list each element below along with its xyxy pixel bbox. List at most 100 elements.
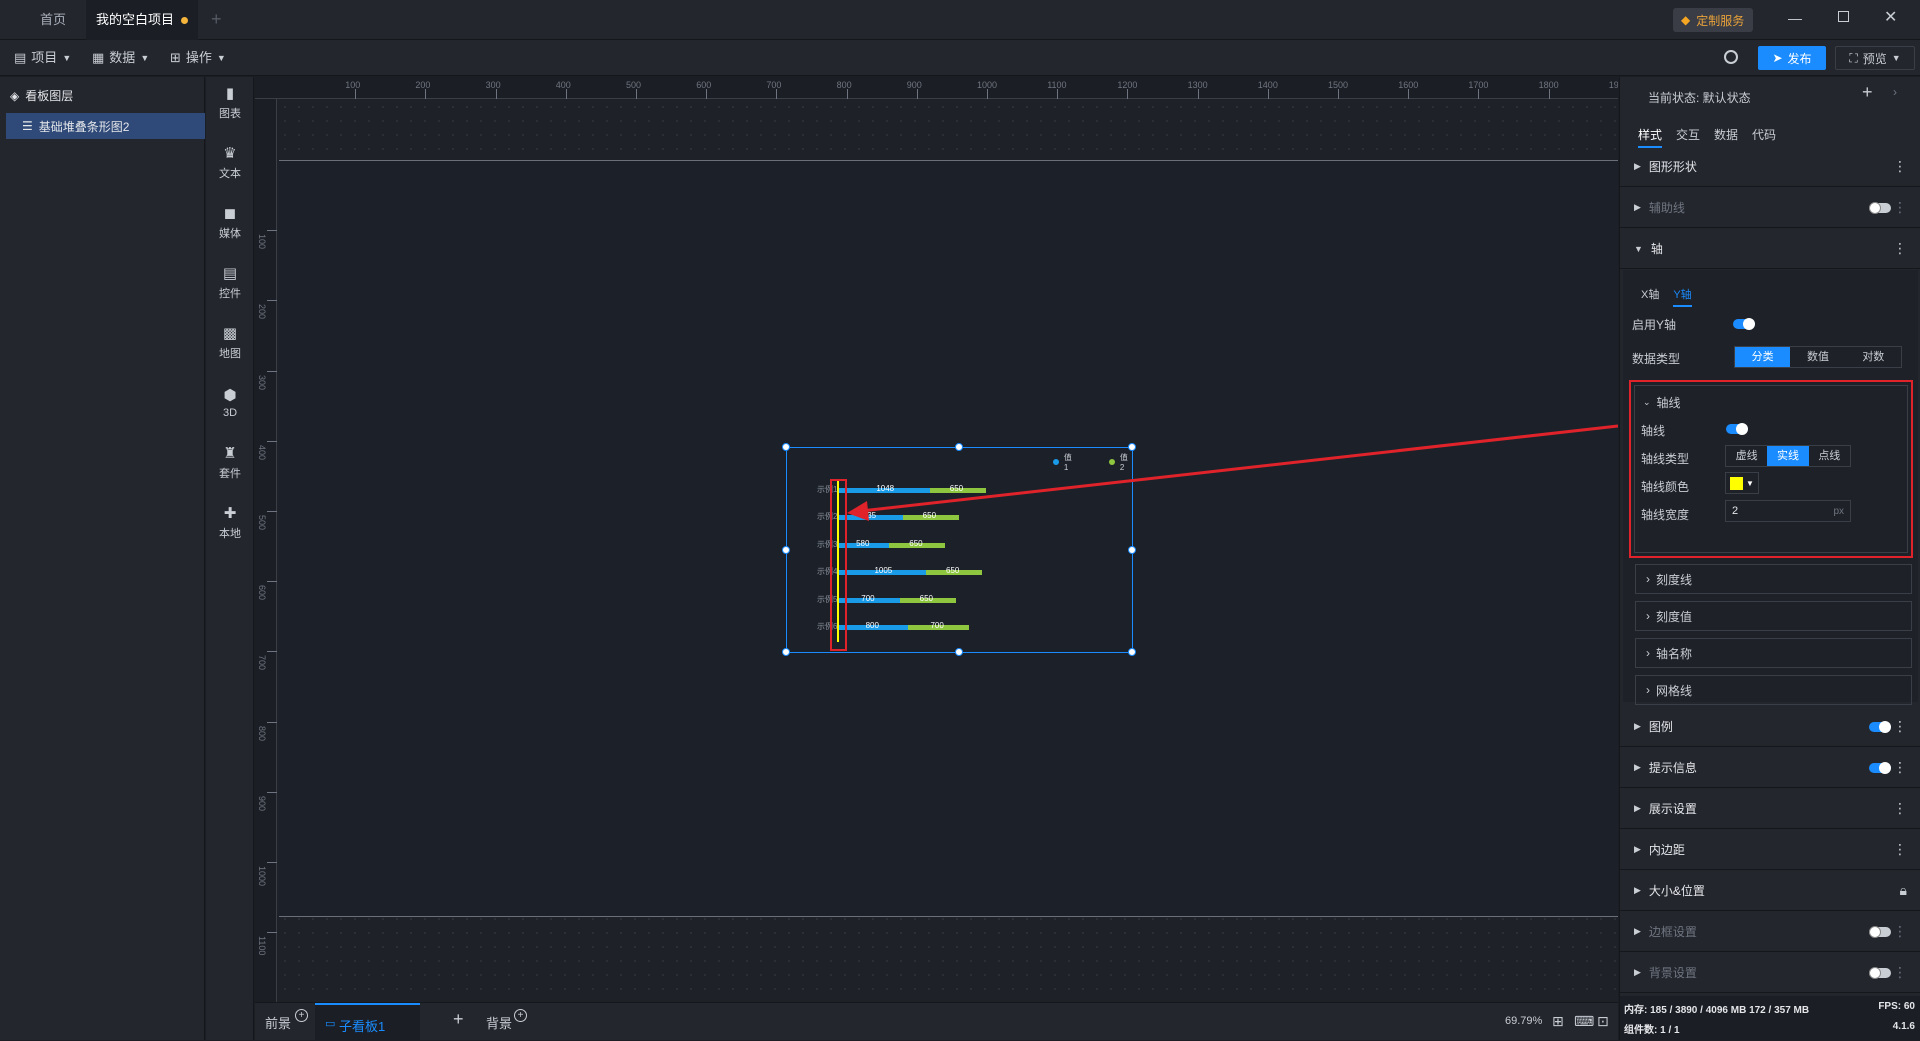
tooltip-toggle[interactable] bbox=[1869, 762, 1891, 774]
sub-tick-value[interactable]: › 刻度值 bbox=[1635, 601, 1912, 631]
close-icon[interactable]: ✕ bbox=[1884, 7, 1897, 27]
publish-button[interactable]: ➤ 发布 bbox=[1758, 46, 1826, 70]
more-icon[interactable]: ⋮ bbox=[1893, 158, 1907, 175]
tool-3d[interactable]: ⬢ 3D bbox=[206, 377, 254, 427]
sub-axis-name[interactable]: › 轴名称 bbox=[1635, 638, 1912, 668]
data-label: 735 bbox=[862, 511, 877, 521]
section-background[interactable]: ▶ 背景设置 ⋮ bbox=[1620, 953, 1920, 993]
menu-operate[interactable]: ⊞ 操作 ▼ bbox=[170, 40, 226, 76]
add-board-icon[interactable]: + bbox=[453, 1009, 464, 1030]
bar-segment[interactable]: 700 bbox=[908, 621, 969, 630]
section-legend[interactable]: ▶ 图例 ⋮ bbox=[1620, 707, 1920, 747]
search-icon[interactable] bbox=[1724, 50, 1738, 64]
back-tab[interactable]: 背景 bbox=[486, 1013, 512, 1032]
axisline-header[interactable]: ⌄ 轴线 bbox=[1643, 394, 1681, 411]
tool-chart[interactable]: ▮ 图表 bbox=[206, 77, 254, 127]
tool-control[interactable]: ▤ 控件 bbox=[206, 257, 254, 307]
minimize-icon[interactable]: — bbox=[1788, 10, 1802, 26]
section-border[interactable]: ▶ 边框设置 ⋮ bbox=[1620, 912, 1920, 952]
data-type-selector: 分类 数值 对数 bbox=[1734, 346, 1902, 368]
section-padding[interactable]: ▶ 内边距 ⋮ bbox=[1620, 830, 1920, 870]
ruler-label: 900 bbox=[257, 795, 267, 811]
board-tab[interactable]: ▭ 子看板1 bbox=[315, 1003, 420, 1041]
bar-segment[interactable]: 1048 bbox=[839, 484, 930, 493]
tab-project[interactable]: 我的空白项目 bbox=[86, 0, 184, 40]
menu-project[interactable]: ▤ 项目 ▼ bbox=[14, 40, 71, 76]
data-type-category[interactable]: 分类 bbox=[1735, 347, 1791, 367]
bar-segment[interactable]: 735 bbox=[839, 511, 903, 521]
more-icon[interactable]: ⋮ bbox=[1893, 199, 1907, 216]
section-tooltip[interactable]: ▶ 提示信息 ⋮ bbox=[1620, 748, 1920, 788]
preview-button[interactable]: ⛶ 预览 ▼ bbox=[1835, 46, 1915, 70]
enable-y-toggle[interactable] bbox=[1733, 318, 1755, 330]
canvas[interactable]: 100 200 300 400 500 600 700 800 900 1000 1100 1200 1… bbox=[255, 77, 1618, 1002]
add-tab-icon[interactable]: + bbox=[211, 9, 222, 30]
bar-segment[interactable]: 1005 bbox=[839, 566, 926, 576]
tool-media[interactable]: ◼ 媒体 bbox=[206, 197, 254, 247]
tab-home[interactable]: 首页 bbox=[20, 0, 86, 40]
more-icon[interactable]: ⋮ bbox=[1893, 841, 1907, 858]
type-dashed[interactable]: 虚线 bbox=[1726, 446, 1767, 466]
tool-text[interactable]: ♛ 文本 bbox=[206, 137, 254, 187]
guide-toggle[interactable] bbox=[1869, 202, 1891, 214]
fit-icon[interactable]: ⊞ bbox=[1552, 1013, 1564, 1030]
bar-segment[interactable]: 650 bbox=[929, 484, 986, 493]
bar-segment[interactable]: 650 bbox=[899, 594, 956, 603]
bar-segment[interactable]: 800 bbox=[839, 621, 909, 630]
tab-data[interactable]: 数据 bbox=[1714, 126, 1738, 148]
border-toggle[interactable] bbox=[1869, 926, 1891, 938]
tab-style[interactable]: 样式 bbox=[1638, 126, 1663, 148]
axisline-type-selector: 虚线 实线 点线 bbox=[1725, 445, 1851, 467]
section-display[interactable]: ▶ 展示设置 ⋮ bbox=[1620, 789, 1920, 829]
keyboard-icon[interactable]: ⌨ bbox=[1574, 1013, 1594, 1030]
tool-map[interactable]: ▩ 地图 bbox=[206, 317, 254, 367]
tool-kit[interactable]: ♜ 套件 bbox=[206, 437, 254, 487]
data-type-value[interactable]: 数值 bbox=[1790, 347, 1845, 367]
terminal-icon[interactable]: ⊡ bbox=[1597, 1013, 1609, 1030]
restore-icon[interactable] bbox=[1838, 11, 1849, 22]
type-dotted[interactable]: 点线 bbox=[1809, 446, 1850, 466]
front-tab[interactable]: 前景 bbox=[265, 1013, 291, 1032]
publish-label: 发布 bbox=[1787, 51, 1812, 66]
more-icon[interactable]: ⋮ bbox=[1893, 759, 1907, 776]
tab-x-axis[interactable]: X轴 bbox=[1641, 286, 1659, 307]
more-icon[interactable]: ⋮ bbox=[1893, 800, 1907, 817]
bar-segment[interactable]: 650 bbox=[925, 566, 983, 576]
zoom-level[interactable]: 69.79% bbox=[1505, 1015, 1542, 1027]
menu-data[interactable]: ▦ 数据 ▼ bbox=[92, 40, 149, 76]
more-icon[interactable]: ⋮ bbox=[1893, 923, 1907, 940]
stacked-bar-chart[interactable]: 值1 值2 示例1 1048 650 示例2 735 650 示例3 580 650 示例4 100… bbox=[782, 443, 1136, 656]
layer-item[interactable]: ☰ 基础堆叠条形图2 bbox=[6, 113, 205, 139]
add-back-icon[interactable]: + bbox=[514, 1009, 527, 1022]
more-icon[interactable]: ⋮ bbox=[1893, 718, 1907, 735]
add-front-icon[interactable]: + bbox=[295, 1009, 308, 1022]
data-type-log[interactable]: 对数 bbox=[1846, 347, 1901, 367]
chevron-right-icon[interactable]: › bbox=[1893, 85, 1897, 99]
bar-segment[interactable]: 700 bbox=[839, 594, 900, 603]
more-icon[interactable]: ⋮ bbox=[1893, 240, 1907, 257]
tab-interaction[interactable]: 交互 bbox=[1676, 126, 1700, 148]
background-toggle[interactable] bbox=[1869, 967, 1891, 979]
lock-icon[interactable]: 🔒︎ bbox=[1900, 882, 1907, 899]
axisline-color-picker[interactable]: ▼ bbox=[1725, 472, 1759, 494]
more-icon[interactable]: ⋮ bbox=[1893, 964, 1907, 981]
tab-y-axis[interactable]: Y轴 bbox=[1673, 286, 1692, 307]
sub-tick-line-label: 刻度线 bbox=[1656, 572, 1693, 587]
bar-segment[interactable]: 650 bbox=[889, 539, 946, 548]
axisline-toggle[interactable] bbox=[1726, 423, 1748, 435]
legend-toggle[interactable] bbox=[1869, 721, 1891, 733]
section-axis[interactable]: ▼ 轴 ⋮ bbox=[1620, 229, 1920, 269]
type-solid[interactable]: 实线 bbox=[1767, 446, 1809, 466]
add-state-icon[interactable]: + bbox=[1862, 82, 1873, 103]
sub-grid-line[interactable]: › 网格线 bbox=[1635, 675, 1912, 705]
tool-local[interactable]: ✚ 本地 bbox=[206, 497, 254, 547]
section-guide[interactable]: ▶ 辅助线 ⋮ bbox=[1620, 188, 1920, 228]
bar-segment[interactable]: 650 bbox=[902, 511, 959, 521]
axisline-width-input[interactable]: 2 px bbox=[1725, 500, 1851, 522]
section-background-label: 背景设置 bbox=[1648, 966, 1697, 980]
tab-code[interactable]: 代码 bbox=[1752, 126, 1776, 148]
custom-service-button[interactable]: ◆ 定制服务 bbox=[1673, 8, 1753, 32]
sub-tick-line[interactable]: › 刻度线 bbox=[1635, 564, 1912, 594]
section-shape[interactable]: ▶ 图形形状 ⋮ bbox=[1620, 147, 1920, 187]
section-size-position[interactable]: ▶ 大小&位置 🔒︎ bbox=[1620, 871, 1920, 911]
